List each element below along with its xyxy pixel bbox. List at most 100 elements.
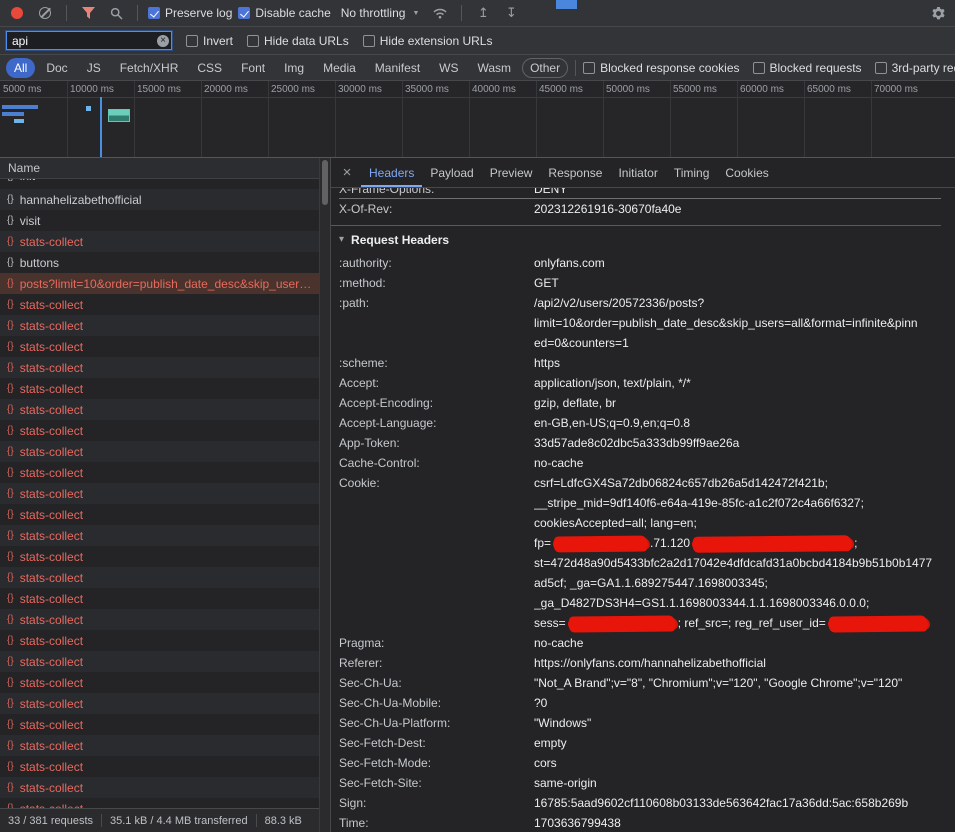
request-row[interactable]: {}stats-collect — [0, 672, 330, 693]
clear-icon — [39, 7, 51, 19]
tab-preview[interactable]: Preview — [482, 159, 541, 187]
type-filter-doc[interactable]: Doc — [38, 58, 75, 78]
request-headers-section-header[interactable]: ▾Request Headers — [339, 226, 941, 253]
type-filter-other[interactable]: Other — [522, 58, 568, 78]
tab-response[interactable]: Response — [540, 159, 610, 187]
request-row[interactable]: {}stats-collect — [0, 441, 330, 462]
tab-timing[interactable]: Timing — [666, 159, 718, 187]
request-row[interactable]: {}stats-collect — [0, 399, 330, 420]
type-filter-list: AllDocJSFetch/XHRCSSFontImgMediaManifest… — [6, 58, 568, 78]
request-row[interactable]: {}stats-collect — [0, 630, 330, 651]
header-name: Sec-Ch-Ua: — [339, 673, 534, 693]
request-row[interactable]: {}stats-collect — [0, 378, 330, 399]
json-braces-icon: {} — [7, 467, 14, 478]
type-filter-js[interactable]: JS — [79, 58, 109, 78]
tab-headers[interactable]: Headers — [361, 159, 422, 187]
request-row[interactable]: {}stats-collect — [0, 798, 330, 808]
checkbox-icon — [875, 62, 887, 74]
json-braces-icon: {} — [7, 341, 14, 352]
request-row[interactable]: {}stats-collect — [0, 651, 330, 672]
type-filter-all[interactable]: All — [6, 58, 35, 78]
request-list-scrollbar[interactable] — [319, 158, 330, 832]
header-value-line: 1703636799438 — [534, 813, 941, 832]
scrollbar-thumb[interactable] — [322, 160, 328, 205]
tab-cookies[interactable]: Cookies — [717, 159, 776, 187]
request-row[interactable]: {}stats-collect — [0, 336, 330, 357]
request-row[interactable]: {}buttons — [0, 252, 330, 273]
type-filter-wasm[interactable]: Wasm — [470, 58, 520, 78]
checkbox-icon — [363, 35, 375, 47]
record-button[interactable] — [6, 3, 28, 23]
throttling-dropdown[interactable]: No throttling ▼ — [337, 6, 424, 20]
request-row[interactable]: {}stats-collect — [0, 693, 330, 714]
overview-gridline — [737, 81, 738, 157]
request-row[interactable]: {}stats-collect — [0, 231, 330, 252]
request-row[interactable]: {}stats-collect — [0, 777, 330, 798]
header-name: :authority: — [339, 253, 534, 273]
type-filter-img[interactable]: Img — [276, 58, 312, 78]
json-braces-icon: {} — [7, 383, 14, 394]
request-row[interactable]: {}stats-collect — [0, 567, 330, 588]
filter-input[interactable] — [6, 31, 172, 50]
blocked-response-cookies-checkbox[interactable]: Blocked response cookies — [583, 61, 739, 75]
type-filter-css[interactable]: CSS — [189, 58, 230, 78]
request-row[interactable]: {}stats-collect — [0, 525, 330, 546]
request-row[interactable]: {}hannahelizabethofficial — [0, 189, 330, 210]
blocked-response-cookies-label: Blocked response cookies — [600, 61, 739, 75]
invert-checkbox[interactable]: Invert — [186, 34, 233, 48]
hide-data-urls-checkbox[interactable]: Hide data URLs — [247, 34, 349, 48]
export-har-button[interactable]: ↧ — [500, 3, 522, 23]
name-column-header[interactable]: Name — [0, 158, 330, 179]
request-row[interactable]: {}stats-collect — [0, 483, 330, 504]
tab-payload[interactable]: Payload — [422, 159, 481, 187]
request-row[interactable]: {}visit — [0, 210, 330, 231]
request-name: visit — [20, 214, 41, 228]
header-value-line: csrf=LdfcGX4Sa72db06824c657db26a5d142472… — [534, 473, 941, 493]
request-row[interactable]: {}stats-collect — [0, 294, 330, 315]
disable-cache-checkbox[interactable]: Disable cache — [238, 6, 330, 20]
close-details-button[interactable]: × — [335, 164, 359, 181]
request-row[interactable]: {}stats-collect — [0, 588, 330, 609]
preserve-log-checkbox[interactable]: Preserve log — [148, 6, 232, 20]
request-row[interactable]: {}stats-collect — [0, 609, 330, 630]
network-conditions-button[interactable] — [429, 3, 451, 23]
clear-button[interactable] — [34, 3, 56, 23]
waterfall-bar — [86, 106, 91, 111]
type-filter-fetchxhr[interactable]: Fetch/XHR — [112, 58, 187, 78]
type-filter-ws[interactable]: WS — [431, 58, 466, 78]
timeline-overview[interactable]: 5000 ms10000 ms15000 ms20000 ms25000 ms3… — [0, 81, 955, 158]
request-row[interactable]: {}stats-collect — [0, 462, 330, 483]
header-value-line: 202312261916-30670fa40e — [534, 199, 941, 219]
request-row[interactable]: {}stats-collect — [0, 546, 330, 567]
filter-toggle-button[interactable] — [77, 3, 99, 23]
header-value-line: empty — [534, 733, 941, 753]
type-filter-media[interactable]: Media — [315, 58, 364, 78]
tab-initiator[interactable]: Initiator — [610, 159, 665, 187]
overview-tick-label: 60000 ms — [740, 84, 784, 95]
header-value-line: GET — [534, 273, 941, 293]
third-party-requests-checkbox[interactable]: 3rd-party requests — [875, 61, 955, 75]
type-filter-font[interactable]: Font — [233, 58, 273, 78]
clear-filter-icon[interactable]: × — [157, 35, 169, 47]
export-icon: ↧ — [506, 5, 517, 21]
request-row[interactable]: {}stats-collect — [0, 315, 330, 336]
request-row[interactable]: {}stats-collect — [0, 420, 330, 441]
type-filter-manifest[interactable]: Manifest — [367, 58, 428, 78]
search-button[interactable] — [105, 3, 127, 23]
settings-button[interactable] — [927, 3, 949, 23]
request-row[interactable]: {}stats-collect — [0, 357, 330, 378]
search-icon — [110, 7, 123, 20]
request-name: init — [20, 179, 35, 183]
request-row[interactable]: {}stats-collect — [0, 756, 330, 777]
json-braces-icon: {} — [7, 320, 14, 331]
request-row[interactable]: {}init — [0, 179, 330, 189]
request-row[interactable]: {}stats-collect — [0, 714, 330, 735]
overview-tick-label: 25000 ms — [271, 84, 315, 95]
blocked-requests-checkbox[interactable]: Blocked requests — [753, 61, 862, 75]
import-har-button[interactable]: ↥ — [472, 3, 494, 23]
request-row[interactable]: {}stats-collect — [0, 735, 330, 756]
hide-extension-urls-checkbox[interactable]: Hide extension URLs — [363, 34, 493, 48]
request-row[interactable]: {}posts?limit=10&order=publish_date_desc… — [0, 273, 330, 294]
header-name: Pragma: — [339, 633, 534, 653]
request-row[interactable]: {}stats-collect — [0, 504, 330, 525]
